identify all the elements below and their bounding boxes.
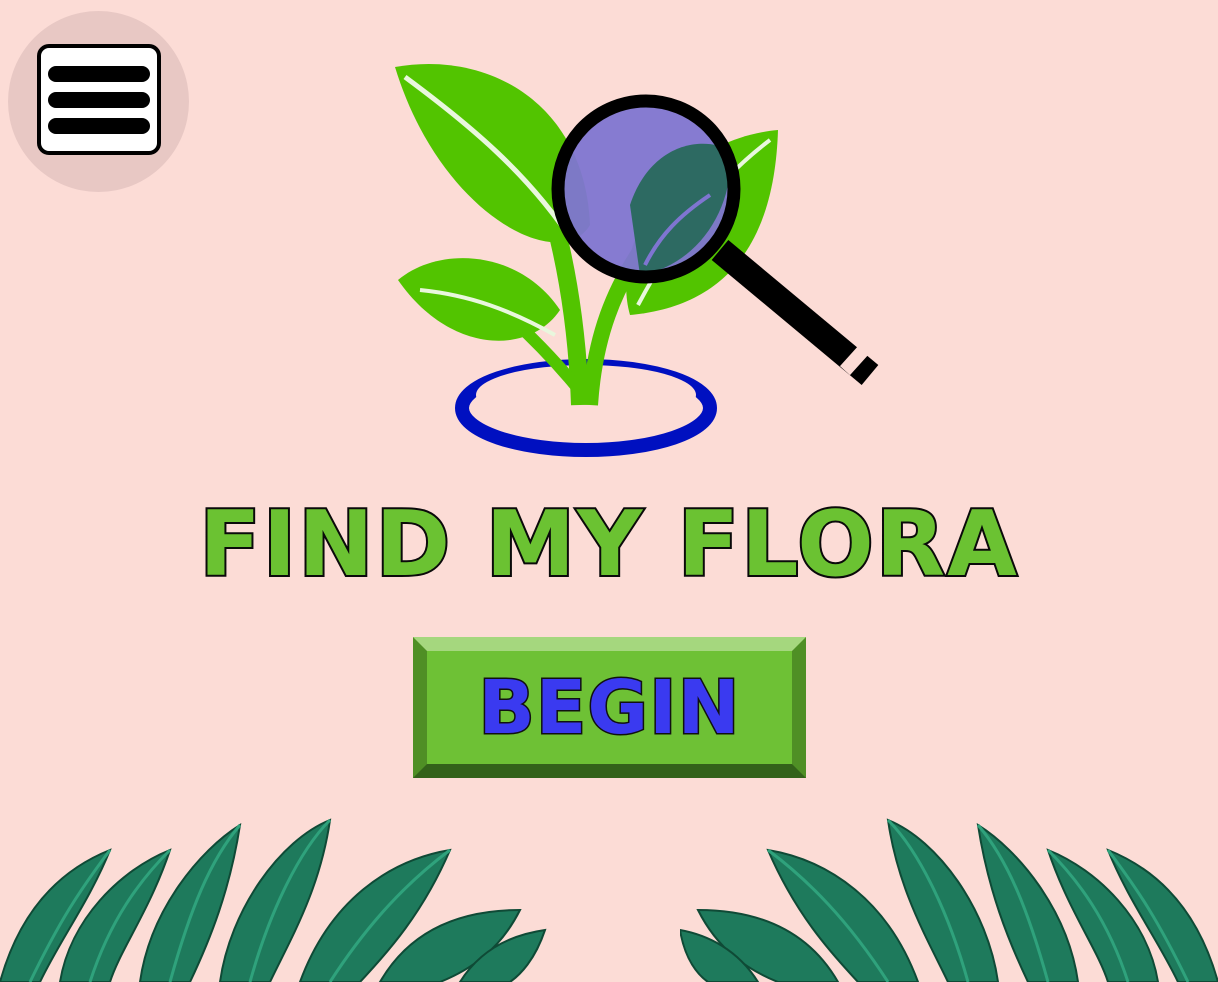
hamburger-menu-icon-bar bbox=[48, 92, 150, 108]
hamburger-menu-icon-bar bbox=[48, 118, 150, 134]
tropical-leaves-left bbox=[0, 818, 547, 982]
plant-magnifier-logo bbox=[395, 63, 879, 457]
begin-button[interactable]: BEGIN bbox=[413, 637, 806, 778]
menu-button[interactable] bbox=[37, 44, 161, 155]
app-title: FIND MY FLORA bbox=[197, 492, 1019, 597]
tropical-leaves-right bbox=[680, 818, 1218, 982]
hamburger-menu-icon bbox=[48, 66, 150, 82]
begin-button-label: BEGIN bbox=[477, 663, 741, 752]
